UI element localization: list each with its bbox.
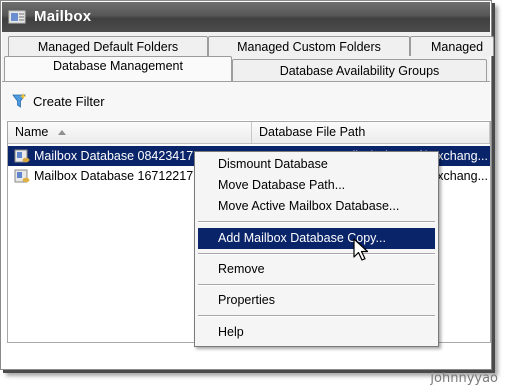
column-header-name-label: Name xyxy=(15,125,49,139)
window-titlebar: Mailbox xyxy=(2,2,490,32)
mailbox-icon xyxy=(8,10,26,24)
menu-separator xyxy=(198,221,435,223)
menu-separator xyxy=(198,253,435,255)
row-name: Mailbox Database 08423417 xyxy=(34,149,194,163)
tab-database-availability-groups[interactable]: Database Availability Groups xyxy=(232,59,487,81)
create-filter-label: Create Filter xyxy=(33,93,105,109)
tab-database-management[interactable]: Database Management xyxy=(4,56,232,81)
menu-separator xyxy=(198,284,435,286)
column-header-database-file-path[interactable]: Database File Path xyxy=(252,122,490,143)
menu-item-properties[interactable]: Properties xyxy=(198,290,435,311)
sort-ascending-icon xyxy=(58,130,67,136)
column-header-name[interactable]: Name xyxy=(8,122,252,143)
tab-strip: Managed Default Folders Managed Custom F… xyxy=(2,32,494,82)
context-menu: Dismount Database Move Database Path... … xyxy=(194,151,439,347)
menu-separator xyxy=(198,315,435,317)
toolbar: Create Filter xyxy=(2,82,490,120)
list-header: Name Database File Path xyxy=(8,122,490,144)
menu-item-dismount-database[interactable]: Dismount Database xyxy=(198,154,435,175)
menu-item-add-mailbox-database-copy[interactable]: Add Mailbox Database Copy... xyxy=(198,228,435,249)
create-filter-button[interactable]: Create Filter xyxy=(11,91,105,111)
menu-item-help[interactable]: Help xyxy=(198,322,435,343)
menu-item-move-active-mailbox-database[interactable]: Move Active Mailbox Database... xyxy=(198,196,435,217)
mouse-pointer-icon xyxy=(353,238,369,261)
menu-item-move-database-path[interactable]: Move Database Path... xyxy=(198,175,435,196)
mailbox-database-icon xyxy=(14,169,30,183)
tab-managed[interactable]: Managed xyxy=(410,36,494,56)
mailbox-database-icon xyxy=(14,149,30,163)
window-title: Mailbox xyxy=(34,8,92,25)
tab-managed-custom-folders[interactable]: Managed Custom Folders xyxy=(208,36,410,56)
watermark: johnnyyao xyxy=(430,371,498,386)
tab-managed-default-folders[interactable]: Managed Default Folders xyxy=(8,36,208,56)
filter-icon xyxy=(12,93,27,108)
menu-item-remove[interactable]: Remove xyxy=(198,259,435,280)
row-name: Mailbox Database 16712217 xyxy=(34,169,194,183)
